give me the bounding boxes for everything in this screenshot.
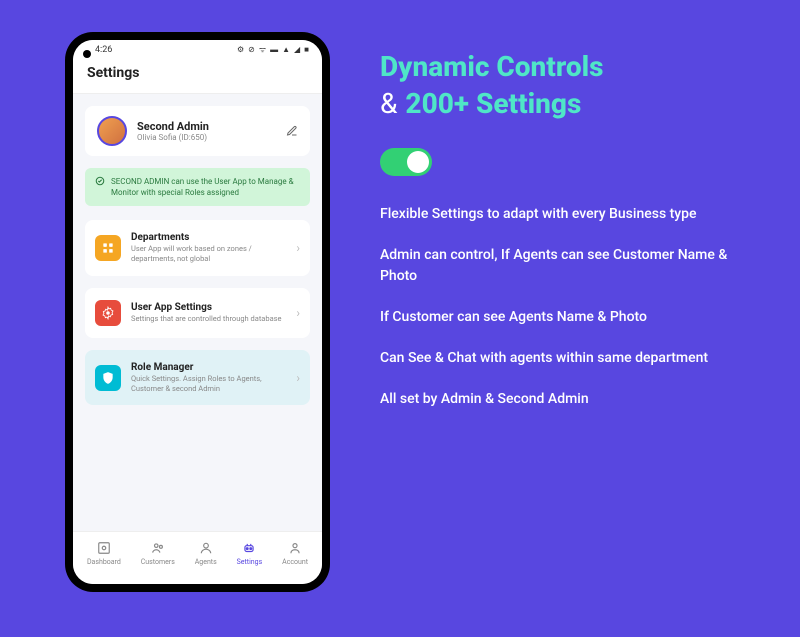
content-area: Second Admin Olivia Sofia (ID:650) SECON…	[73, 94, 322, 531]
bottom-nav: Dashboard Customers Agents Settings Acco…	[73, 531, 322, 584]
bullet: Flexible Settings to adapt with every Bu…	[380, 204, 760, 225]
item-label: User App Settings	[131, 302, 282, 313]
page-title: Settings	[87, 65, 308, 81]
check-icon	[95, 176, 105, 198]
bullets: Flexible Settings to adapt with every Bu…	[380, 204, 760, 410]
edit-icon[interactable]	[286, 125, 298, 137]
admin-name: Olivia Sofia (ID:650)	[137, 133, 209, 142]
admin-card[interactable]: Second Admin Olivia Sofia (ID:650)	[85, 106, 310, 156]
item-text: User App Settings Settings that are cont…	[131, 302, 282, 324]
chevron-right-icon: ›	[296, 306, 300, 320]
item-text: Departments User App will work based on …	[131, 232, 286, 264]
item-desc: Settings that are controlled through dat…	[131, 314, 282, 324]
headline-2: &200+ Settings	[380, 87, 760, 120]
nav-label: Dashboard	[87, 558, 121, 566]
item-label: Role Manager	[131, 362, 286, 373]
settings-item-role-manager[interactable]: Role Manager Quick Settings. Assign Role…	[85, 350, 310, 406]
headline-1: Dynamic Controls	[380, 50, 760, 83]
nav-label: Account	[282, 558, 308, 566]
bullet: If Customer can see Agents Name & Photo	[380, 307, 760, 328]
status-bar: 4:26 ⚙ ⊘ ᯤ ▬ ▲ ◢ ■	[73, 40, 322, 57]
shield-icon	[95, 365, 121, 391]
nav-label: Settings	[237, 558, 263, 566]
toggle-knob	[407, 151, 429, 173]
info-banner: SECOND ADMIN can use the User App to Man…	[85, 168, 310, 206]
nav-label: Customers	[141, 558, 175, 566]
settings-item-departments[interactable]: Departments User App will work based on …	[85, 220, 310, 276]
nav-account[interactable]: Account	[282, 540, 308, 566]
bullet: Admin can control, If Agents can see Cus…	[380, 245, 760, 287]
toggle-switch[interactable]	[380, 148, 432, 176]
account-icon	[287, 540, 303, 556]
admin-role: Second Admin	[137, 120, 209, 133]
page-header: Settings	[73, 57, 322, 94]
departments-icon	[95, 235, 121, 261]
phone-screen: 4:26 ⚙ ⊘ ᯤ ▬ ▲ ◢ ■ Settings Second Admin…	[73, 40, 322, 584]
headline-2-text: 200+ Settings	[405, 87, 581, 120]
settings-item-user-app[interactable]: User App Settings Settings that are cont…	[85, 288, 310, 338]
avatar	[97, 116, 127, 146]
status-icons: ⚙ ⊘ ᯤ ▬ ▲ ◢ ■	[237, 44, 310, 55]
camera-hole	[83, 50, 91, 58]
item-label: Departments	[131, 232, 286, 243]
item-desc: User App will work based on zones / depa…	[131, 244, 286, 264]
item-text: Role Manager Quick Settings. Assign Role…	[131, 362, 286, 394]
settings-icon	[241, 540, 257, 556]
nav-label: Agents	[195, 558, 217, 566]
bullet: All set by Admin & Second Admin	[380, 389, 760, 410]
marketing-panel: Dynamic Controls &200+ Settings Flexible…	[380, 50, 760, 430]
ampersand: &	[380, 87, 397, 120]
phone-frame: 4:26 ⚙ ⊘ ᯤ ▬ ▲ ◢ ■ Settings Second Admin…	[65, 32, 330, 592]
chevron-right-icon: ›	[296, 371, 300, 385]
dashboard-icon	[96, 540, 112, 556]
agents-icon	[198, 540, 214, 556]
gear-icon	[95, 300, 121, 326]
nav-dashboard[interactable]: Dashboard	[87, 540, 121, 566]
customers-icon	[150, 540, 166, 556]
status-time: 4:26	[95, 45, 112, 55]
nav-settings[interactable]: Settings	[237, 540, 263, 566]
bullet: Can See & Chat with agents within same d…	[380, 348, 760, 369]
admin-info: Second Admin Olivia Sofia (ID:650)	[137, 120, 209, 142]
nav-customers[interactable]: Customers	[141, 540, 175, 566]
item-desc: Quick Settings. Assign Roles to Agents, …	[131, 374, 286, 394]
chevron-right-icon: ›	[296, 241, 300, 255]
banner-text: SECOND ADMIN can use the User App to Man…	[111, 176, 300, 198]
nav-agents[interactable]: Agents	[195, 540, 217, 566]
